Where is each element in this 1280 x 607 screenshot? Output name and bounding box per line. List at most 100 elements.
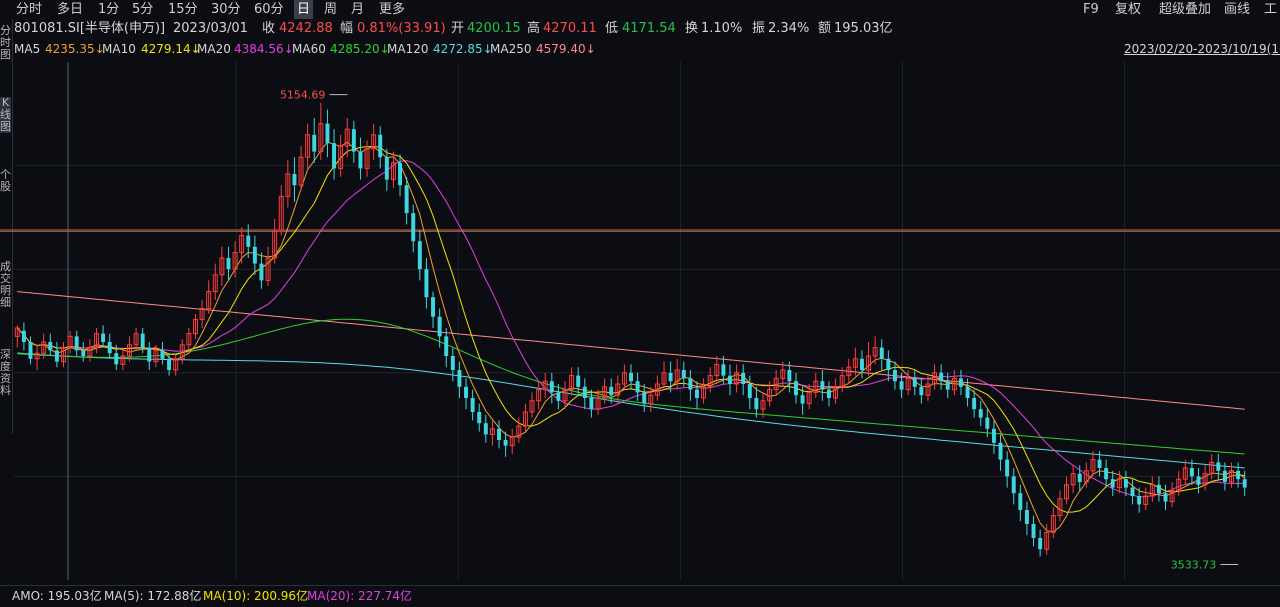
candle-body-123 xyxy=(826,389,831,398)
candle-body-128 xyxy=(859,358,864,370)
candle-body-15 xyxy=(114,353,119,365)
annotation-label-0: 5154.69 xyxy=(280,89,326,102)
candle-body-183 xyxy=(1222,470,1227,482)
candle-body-10 xyxy=(81,350,86,356)
candle-body-150 xyxy=(1005,459,1010,477)
candle-body-81 xyxy=(549,381,554,393)
candle-body-61 xyxy=(417,241,422,270)
candle-body-149 xyxy=(998,442,1003,460)
candle-body-66 xyxy=(450,356,455,370)
candle-body-119 xyxy=(800,395,805,404)
candle-body-136 xyxy=(912,378,917,387)
amo-ma10-label: MA(10): 200.96亿 xyxy=(203,589,309,603)
candle-body-144 xyxy=(965,386,970,398)
candle-body-122 xyxy=(820,381,825,390)
candle-body-185 xyxy=(1236,470,1241,480)
candle-body-146 xyxy=(978,409,983,418)
candle-body-86 xyxy=(582,386,587,398)
candle-body-93 xyxy=(629,372,633,382)
candle-body-134 xyxy=(899,381,904,390)
candle-body-51 xyxy=(351,129,356,152)
candle-body-102 xyxy=(688,378,693,390)
candle-body-85 xyxy=(576,375,581,387)
candle-body-137 xyxy=(919,386,924,396)
candle-body-5 xyxy=(48,342,53,351)
candle-body-164 xyxy=(1097,459,1102,468)
ma-line-ma250 xyxy=(17,291,1245,410)
candle-body-1 xyxy=(21,330,26,342)
candle-body-131 xyxy=(879,347,884,359)
candle-body-95 xyxy=(642,392,647,404)
candle-body-71 xyxy=(483,423,488,435)
candle-body-37 xyxy=(259,263,264,281)
candle-body-14 xyxy=(107,342,112,354)
candle-body-155 xyxy=(1038,538,1043,550)
candle-body-36 xyxy=(252,246,257,264)
candle-body-48 xyxy=(332,143,337,169)
amo-bar: AMO: 195.03亿 MA(5): 172.88亿 MA(10): 200.… xyxy=(0,585,1280,606)
candle-body-55 xyxy=(378,134,383,158)
candle-body-111 xyxy=(747,384,752,398)
ma-line-ma10 xyxy=(16,146,1245,513)
candle-body-82 xyxy=(556,392,561,401)
candle-body-9 xyxy=(74,336,79,351)
candle-body-32 xyxy=(226,258,231,270)
candle-body-58 xyxy=(398,162,403,186)
candle-body-6 xyxy=(54,350,59,362)
candle-body-69 xyxy=(470,398,475,412)
candle-body-154 xyxy=(1031,524,1036,538)
candle-body-35 xyxy=(246,235,251,247)
candle-body-186 xyxy=(1242,479,1247,488)
candle-body-2 xyxy=(28,342,33,359)
candle-body-52 xyxy=(358,151,363,169)
candle-body-20 xyxy=(147,347,152,362)
candle-body-166 xyxy=(1110,479,1115,488)
candle-body-153 xyxy=(1024,510,1029,524)
candle-body-59 xyxy=(404,185,409,214)
candle-body-117 xyxy=(787,370,792,382)
amo-ma20-label: MA(20): 227.74亿 xyxy=(307,589,413,603)
candle-body-178 xyxy=(1189,468,1194,477)
candle-body-174 xyxy=(1163,493,1168,502)
candle-body-87 xyxy=(589,398,594,410)
candle-body-132 xyxy=(886,358,891,370)
candle-body-141 xyxy=(945,381,950,390)
candle-body-168 xyxy=(1123,479,1128,488)
candle-body-108 xyxy=(728,375,732,384)
candle-body-165 xyxy=(1104,468,1109,480)
candle-body-90 xyxy=(609,386,614,396)
candle-body-73 xyxy=(497,428,502,440)
candle-body-99 xyxy=(668,372,673,382)
candle-body-13 xyxy=(101,333,106,342)
candle-body-182 xyxy=(1216,462,1221,471)
candle-body-110 xyxy=(741,372,746,384)
candle-body-62 xyxy=(424,269,429,298)
candle-body-74 xyxy=(503,440,508,446)
candle-body-68 xyxy=(464,386,469,398)
candle-body-101 xyxy=(681,370,686,379)
ma-line-ma20 xyxy=(16,160,1245,498)
candle-body-65 xyxy=(444,336,449,356)
candle-body-67 xyxy=(457,370,462,387)
candle-body-56 xyxy=(384,157,389,180)
candle-body-47 xyxy=(325,123,330,144)
candle-body-118 xyxy=(793,381,798,396)
amo-label: AMO: 195.03亿 xyxy=(12,589,102,603)
candle-body-173 xyxy=(1156,484,1161,494)
kline-chart: 5154.69 3533.73 xyxy=(0,62,1280,580)
candle-body-107 xyxy=(721,364,726,376)
candle-body-70 xyxy=(477,412,482,424)
candle-body-42 xyxy=(292,174,297,186)
candle-body-60 xyxy=(411,213,416,242)
candle-body-151 xyxy=(1011,476,1016,494)
annotation-label-1: 3533.73 xyxy=(1171,559,1217,572)
candle-body-140 xyxy=(939,372,944,382)
candle-body-145 xyxy=(972,398,977,410)
candle-body-152 xyxy=(1018,493,1023,510)
candle-body-112 xyxy=(754,398,759,410)
candle-body-103 xyxy=(695,389,699,398)
candle-body-179 xyxy=(1196,476,1201,485)
candle-body-143 xyxy=(958,378,963,387)
candle-body-63 xyxy=(431,297,436,317)
candle-body-94 xyxy=(635,381,640,393)
